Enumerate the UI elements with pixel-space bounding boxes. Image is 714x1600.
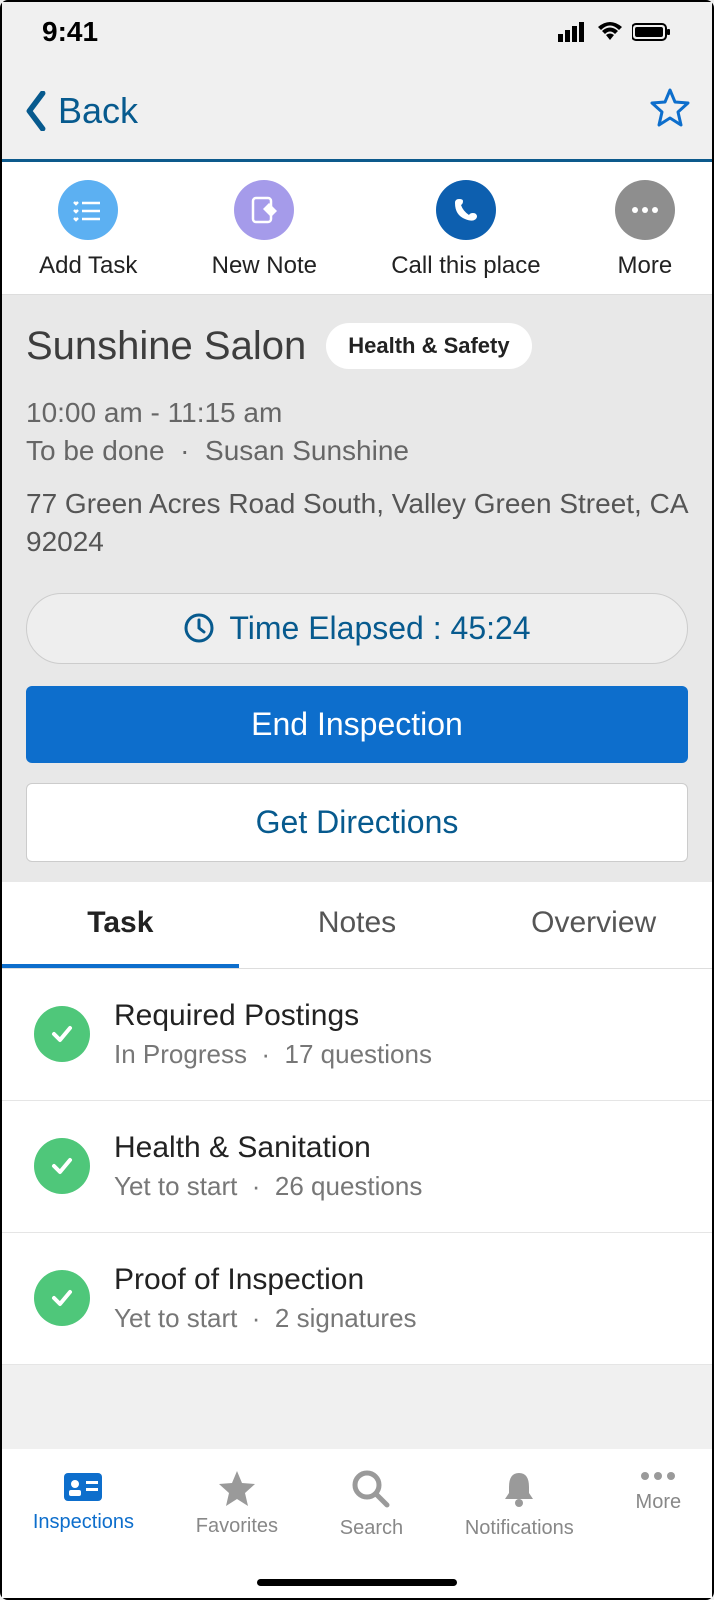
contact-name: Susan Sunshine [205,435,409,466]
nav-more-label: More [636,1491,682,1514]
task-row[interactable]: Proof of Inspection Yet to start · 2 sig… [2,1233,712,1365]
favorite-button[interactable] [648,86,692,135]
home-indicator [257,1579,457,1586]
status-bar: 9:41 [2,2,712,62]
more-icon [615,180,675,240]
status-time: 9:41 [42,16,98,48]
call-label: Call this place [391,252,540,280]
check-icon [34,1006,90,1062]
add-task-label: Add Task [39,252,137,280]
tab-task[interactable]: Task [2,882,239,968]
task-subtitle: In Progress · 17 questions [114,1039,432,1070]
back-button[interactable]: Back [22,90,138,132]
category-badge: Health & Safety [326,323,531,369]
nav-inspections-label: Inspections [33,1511,134,1534]
nav-bar: Back [2,62,712,162]
phone-icon [436,180,496,240]
status-icons [558,22,672,42]
time-range: 10:00 am - 11:15 am [26,397,688,429]
nav-search-label: Search [340,1517,403,1540]
tab-overview[interactable]: Overview [475,882,712,968]
separator: · [180,435,189,466]
note-icon [234,180,294,240]
tab-notes[interactable]: Notes [239,882,476,968]
nav-more[interactable]: More [636,1469,682,1514]
bottom-nav: Inspections Favorites Search Notificatio… [2,1448,712,1598]
new-note-button[interactable]: New Note [212,180,317,280]
task-list: Required Postings In Progress · 17 quest… [2,969,712,1365]
nav-notifications[interactable]: Notifications [465,1469,574,1540]
star-icon [648,86,692,130]
task-status-text: To be done [26,435,165,466]
tabs: Task Notes Overview [2,882,712,969]
nav-inspections[interactable]: Inspections [33,1469,134,1534]
new-note-label: New Note [212,252,317,280]
more-horizontal-icon [638,1469,678,1483]
title-row: Sunshine Salon Health & Safety [26,323,688,369]
get-directions-button[interactable]: Get Directions [26,783,688,862]
check-icon [34,1270,90,1326]
check-icon [34,1138,90,1194]
task-subtitle: Yet to start · 2 signatures [114,1303,417,1334]
timer-pill: Time Elapsed : 45:24 [26,593,688,664]
clock-icon [183,612,215,644]
address: 77 Green Acres Road South, Valley Green … [26,485,688,561]
chevron-left-icon [22,91,50,131]
action-row: Add Task New Note Call this place More [2,162,712,295]
place-title: Sunshine Salon [26,324,306,369]
call-button[interactable]: Call this place [391,180,540,280]
end-inspection-button[interactable]: End Inspection [26,686,688,763]
more-label: More [618,252,673,280]
id-card-icon [62,1469,104,1503]
wifi-icon [596,22,624,42]
task-row[interactable]: Required Postings In Progress · 17 quest… [2,969,712,1101]
timer-text: Time Elapsed : 45:24 [229,610,530,647]
bell-icon [501,1469,537,1509]
star-filled-icon [217,1469,257,1507]
details-section: Sunshine Salon Health & Safety 10:00 am … [2,295,712,882]
search-icon [351,1469,391,1509]
task-row[interactable]: Health & Sanitation Yet to start · 26 qu… [2,1101,712,1233]
task-title: Required Postings [114,999,432,1033]
status-line: To be done · Susan Sunshine [26,435,688,467]
nav-search[interactable]: Search [340,1469,403,1540]
task-title: Health & Sanitation [114,1131,422,1165]
battery-icon [632,22,672,42]
add-task-button[interactable]: Add Task [39,180,137,280]
nav-favorites-label: Favorites [196,1515,278,1538]
nav-notifications-label: Notifications [465,1517,574,1540]
more-actions-button[interactable]: More [615,180,675,280]
nav-favorites[interactable]: Favorites [196,1469,278,1538]
checklist-icon [58,180,118,240]
task-title: Proof of Inspection [114,1263,417,1297]
task-subtitle: Yet to start · 26 questions [114,1171,422,1202]
signal-icon [558,22,588,42]
back-label: Back [58,90,138,132]
